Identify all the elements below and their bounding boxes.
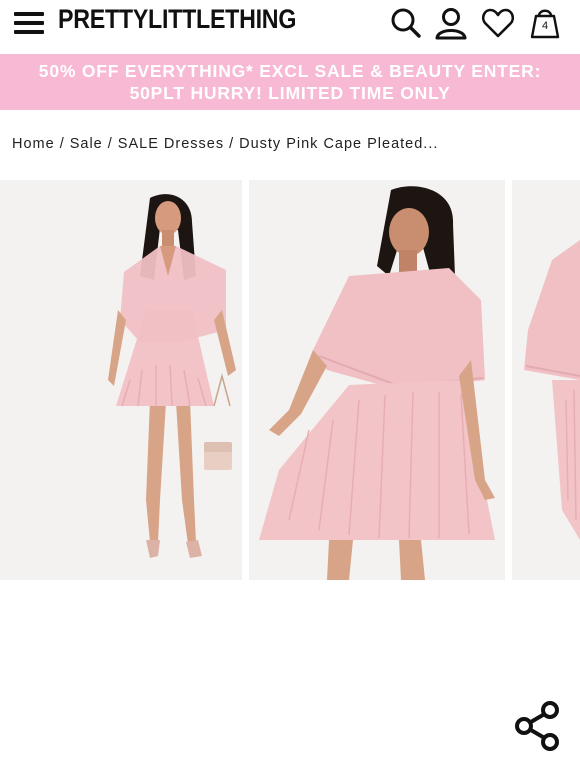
product-image-gallery[interactable]	[0, 180, 580, 751]
breadcrumb-current: Dusty Pink Cape Pleated...	[239, 136, 439, 152]
breadcrumb-separator: /	[229, 136, 235, 152]
site-header: PRETTYLITTLETHING 4	[0, 0, 580, 52]
share-icon[interactable]	[510, 698, 566, 754]
bag-count-badge: 4	[541, 20, 549, 32]
promo-banner[interactable]: 50% OFF EVERYTHING* EXCL SALE & BEAUTY E…	[0, 54, 580, 110]
product-photo-back[interactable]	[249, 180, 505, 580]
product-photo-front[interactable]	[0, 180, 242, 580]
brand-logo[interactable]: PRETTYLITTLETHING	[58, 4, 296, 35]
promo-line-2: 50PLT HURRY! LIMITED TIME ONLY	[129, 83, 451, 103]
breadcrumb-sale[interactable]: Sale	[70, 136, 103, 152]
breadcrumb-home[interactable]: Home	[12, 136, 55, 152]
user-icon[interactable]	[434, 6, 468, 40]
product-photo-side[interactable]	[512, 180, 580, 580]
hamburger-menu-icon[interactable]	[14, 10, 44, 36]
breadcrumb: Home / Sale / SALE Dresses / Dusty Pink Cape P…	[12, 136, 572, 152]
breadcrumb-separator: /	[59, 136, 65, 152]
search-icon[interactable]	[389, 6, 423, 40]
breadcrumb-separator: /	[107, 136, 113, 152]
breadcrumb-category[interactable]: SALE Dresses	[118, 136, 224, 152]
promo-line-1: 50% OFF EVERYTHING* EXCL SALE & BEAUTY E…	[38, 61, 542, 81]
heart-icon[interactable]	[481, 6, 515, 40]
shopping-bag-icon[interactable]: 4	[528, 6, 562, 40]
